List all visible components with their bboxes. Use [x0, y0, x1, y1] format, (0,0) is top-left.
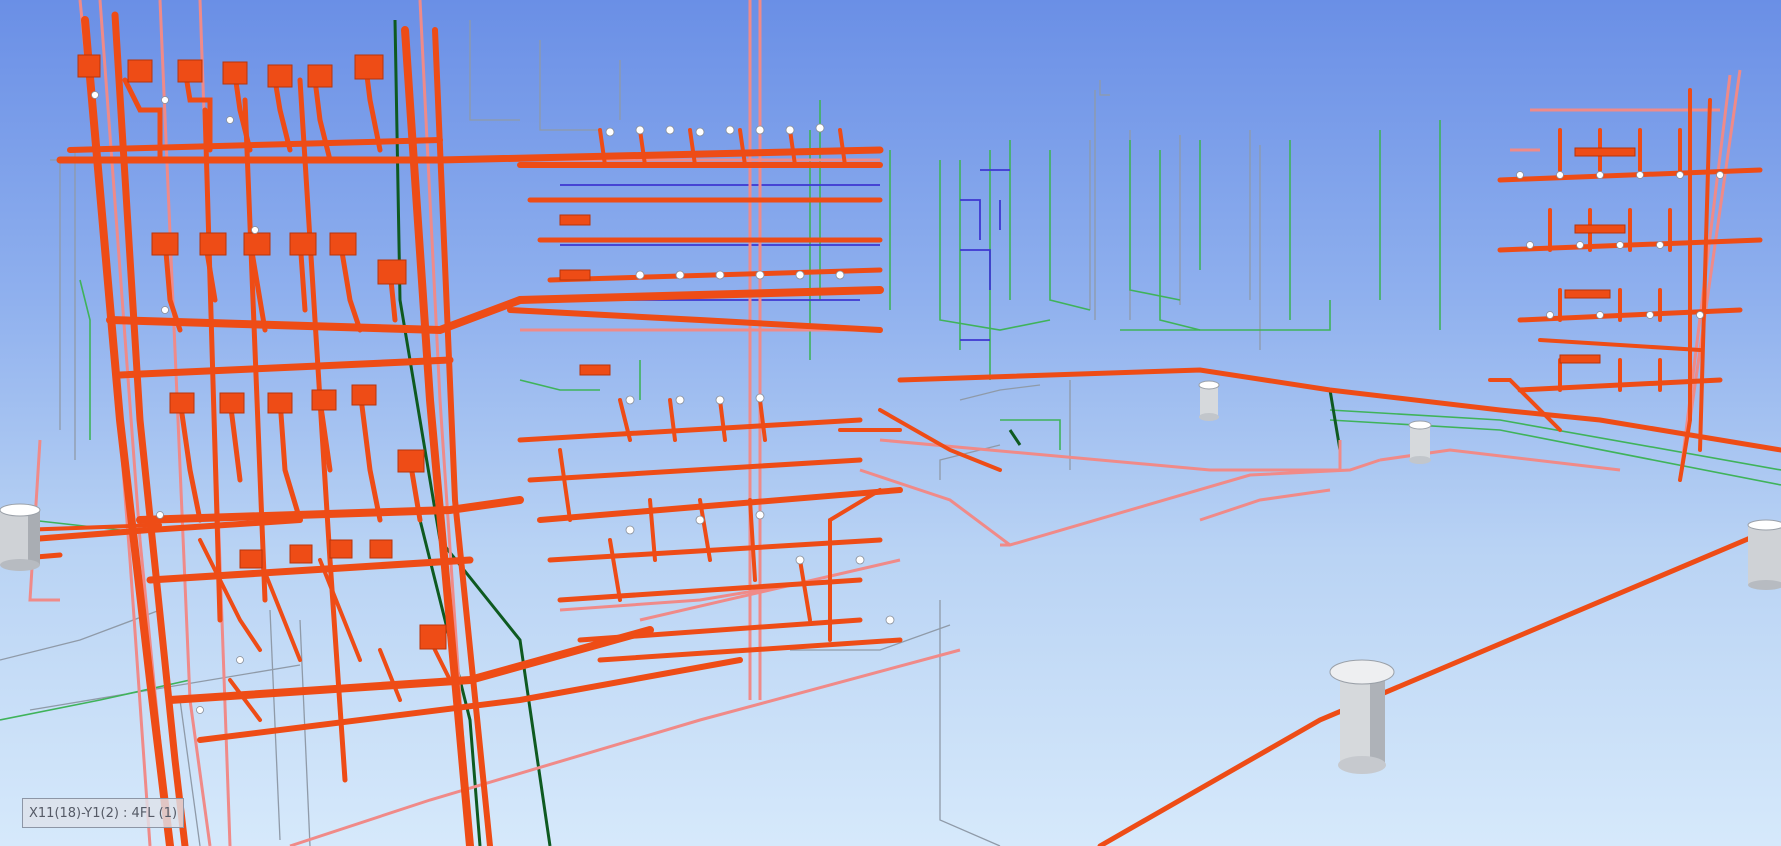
orange-pipes-center-cluster — [507, 128, 1002, 663]
3d-viewport[interactable]: X11(18)-Y1(2) : 4FL (1) — [0, 0, 1781, 846]
column-right-edge — [1747, 519, 1781, 590]
column-front — [1329, 659, 1395, 774]
pipe-model-scene[interactable] — [0, 0, 1781, 846]
dark-green-pipes — [393, 19, 1342, 846]
column-center — [1198, 380, 1220, 421]
column-left — [0, 503, 41, 571]
column-right-mid — [1408, 420, 1432, 464]
grid-coordinate-label: X11(18)-Y1(2) : 4FL (1) — [22, 798, 185, 828]
